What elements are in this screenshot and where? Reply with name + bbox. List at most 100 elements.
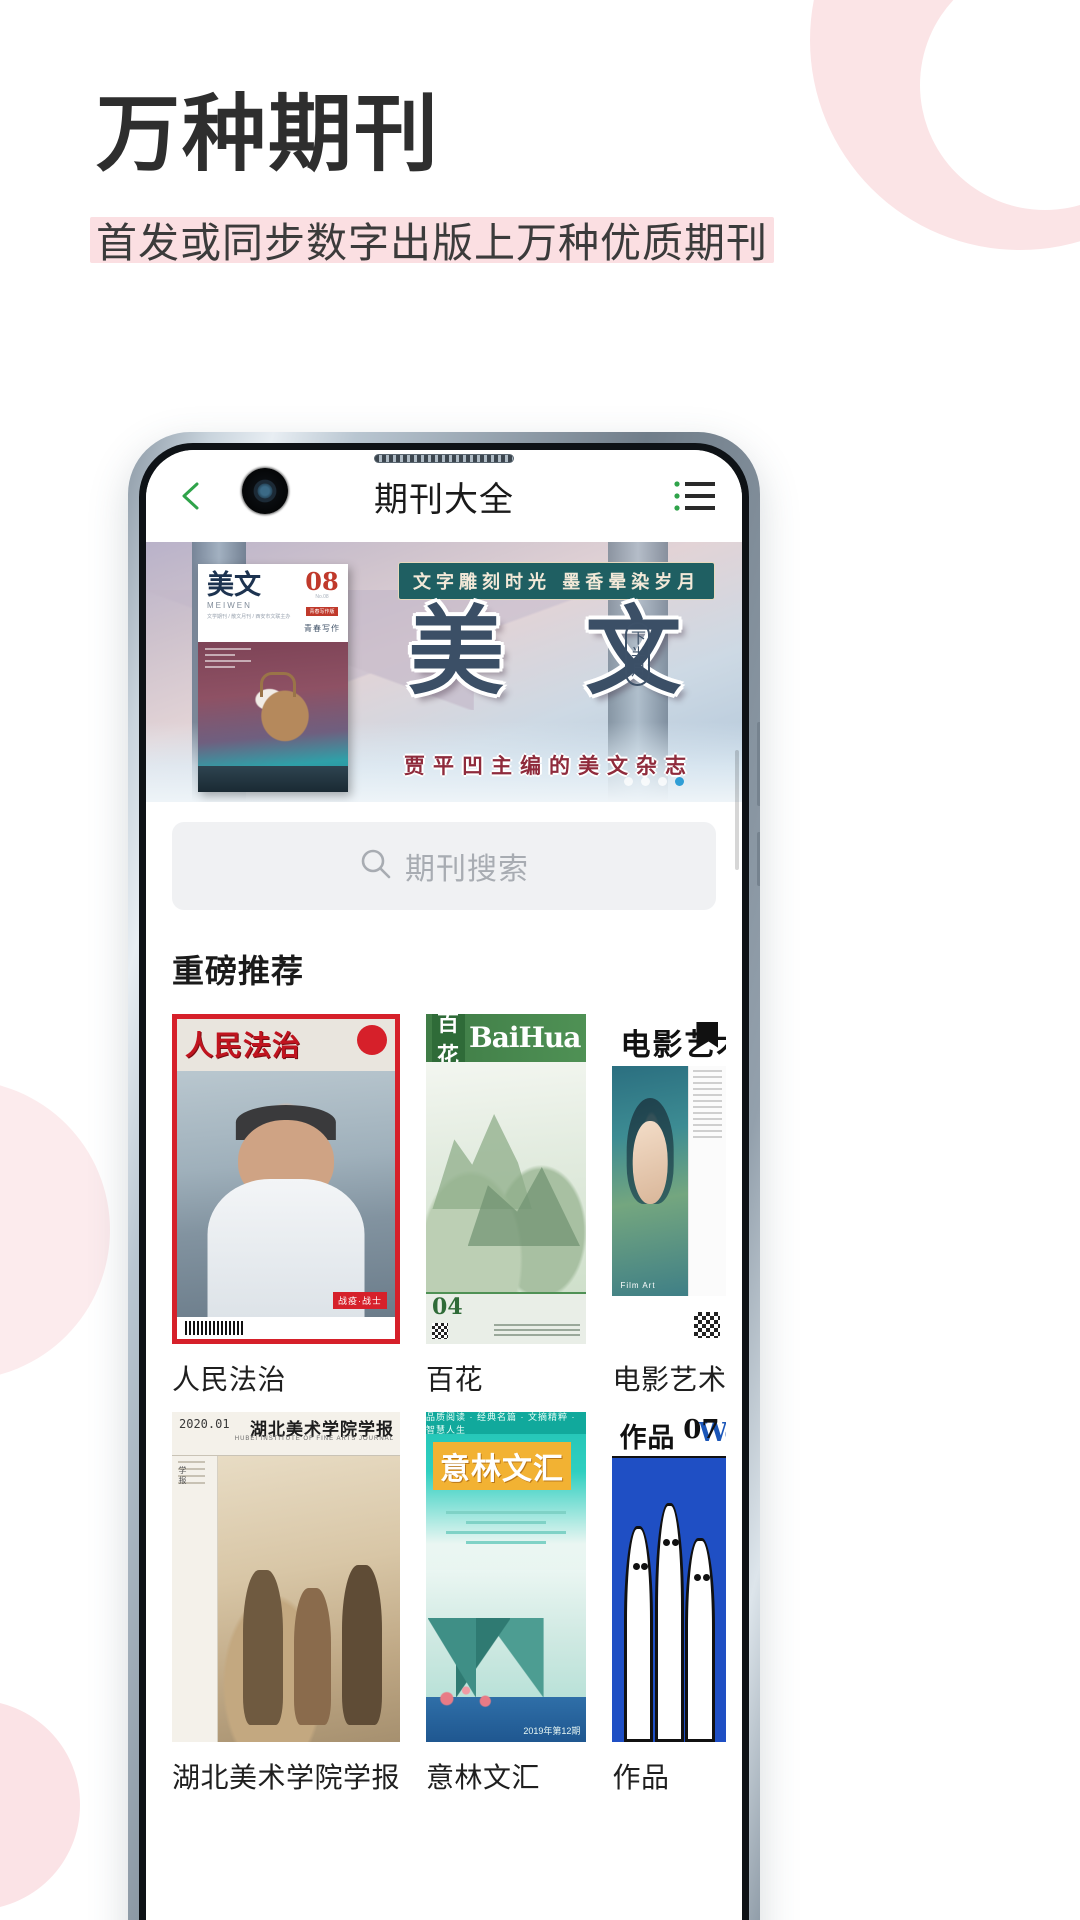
carousel-dot-1[interactable] — [624, 777, 633, 786]
cover-text-lines — [446, 1504, 567, 1551]
magazine-label: 百花 — [426, 1364, 484, 1395]
figure-3 — [341, 1564, 382, 1725]
qr-code-icon — [432, 1323, 449, 1339]
cover-caption: Film Art — [620, 1281, 656, 1290]
banner-cover-badge: 青春写作版 — [306, 606, 338, 616]
eye-icon — [672, 1539, 680, 1546]
banner-cover-art — [198, 642, 348, 792]
figure-2 — [294, 1587, 331, 1725]
cover-badge-text: 战疫·战士 — [333, 1292, 388, 1309]
magazine-cover-dianying-yishu[interactable]: 电影艺术 Film Art — [612, 1014, 727, 1344]
cover-photo — [612, 1066, 688, 1296]
cover-vertical-text: 学报 — [178, 1466, 187, 1486]
hero-section: 万种期刊 首发或同步数字出版上万种优质期刊 — [90, 84, 976, 269]
banner-carousel-dots[interactable] — [624, 777, 684, 786]
banner-big-title: 美 文 — [408, 595, 706, 708]
magazine-card[interactable]: 百花 BaiHua 04 百花 — [426, 1014, 587, 1398]
list-menu-icon[interactable] — [672, 479, 716, 513]
banner-cover-issue-block: 08 No.08 青春写作版 青春写作 — [304, 567, 340, 634]
cover-footer-lines — [494, 1321, 581, 1336]
carousel-dot-4[interactable] — [675, 777, 684, 786]
phone-power-button[interactable] — [757, 722, 760, 806]
magazine-cover-zuopin[interactable]: 作品 Works 07 — [612, 1412, 727, 1742]
cover-side-text — [687, 1066, 727, 1296]
magazine-card[interactable]: 作品 Works 07 — [612, 1412, 727, 1796]
cover-title-en: BaiHua — [469, 1021, 581, 1054]
cover-header: 百花 BaiHua — [426, 1014, 587, 1072]
cover-issue-number: 04 — [432, 1294, 463, 1320]
cover-title-text: 人民法治 — [185, 1029, 302, 1062]
search-input[interactable]: 期刊搜索 — [172, 822, 716, 910]
app-header: 期刊大全 — [146, 450, 742, 542]
earpiece-speaker-icon — [374, 454, 514, 463]
cover-scene-art — [426, 1570, 587, 1742]
page-header-title: 期刊大全 — [374, 480, 514, 519]
magazine-cover-renmin-fazhi[interactable]: 人民法治 战疫·战士 — [172, 1014, 401, 1344]
cover-photo — [177, 1071, 396, 1317]
carousel-dot-2[interactable] — [641, 777, 650, 786]
barcode-icon — [185, 1321, 243, 1335]
cover-subtitle-en: HUBEI INSTITUTE OF FINE ARTS JOURNAL — [234, 1436, 395, 1442]
cover-illustration — [612, 1458, 727, 1742]
search-icon — [359, 847, 393, 886]
magazine-cover-baihua[interactable]: 百花 BaiHua 04 — [426, 1014, 587, 1344]
phone-bezel: 期刊大全 美文 MEIWEN 文学期刊 / 散文月刊 / 西安市文联主办 08 … — [139, 443, 749, 1920]
national-emblem-icon — [357, 1025, 388, 1055]
cover-logo-text: 意林文汇 — [433, 1442, 572, 1490]
banner-vertical-note: 下半月 — [625, 622, 650, 686]
magazine-label: 意林文汇 — [426, 1762, 541, 1793]
cover-date: 2020.01 — [179, 1417, 230, 1431]
section-heading: 重磅推荐 — [172, 953, 305, 989]
deer-illustration-icon — [242, 670, 328, 744]
cover-issue-number: 07 — [683, 1415, 720, 1445]
page-title: 万种期刊 — [96, 84, 441, 183]
hero-subtitle-wrap: 首发或同步数字出版上万种优质期刊 — [90, 209, 774, 269]
magazine-card[interactable]: 2020.01 湖北美术学院学报 HUBEI INSTITUTE OF FINE… — [172, 1412, 401, 1796]
banner-subtitle: 贾平凹主编的美文杂志 — [404, 753, 694, 778]
phone-mockup: 期刊大全 美文 MEIWEN 文学期刊 / 散文月刊 / 西安市文联主办 08 … — [128, 432, 760, 1920]
eye-icon — [694, 1574, 702, 1582]
hero-subtitle: 首发或同步数字出版上万种优质期刊 — [96, 219, 768, 266]
figure-center — [654, 1503, 685, 1742]
flowers-decoration — [432, 1669, 506, 1712]
banner-magazine-cover: 美文 MEIWEN 文学期刊 / 散文月刊 / 西安市文联主办 08 No.08… — [198, 564, 348, 792]
magazine-label: 作品 — [612, 1762, 670, 1793]
magazine-grid: 人民法治 战疫·战士 人民法治 百花 BaiHua 04 百花 电影艺 Film… — [146, 992, 742, 1796]
phone-screen: 期刊大全 美文 MEIWEN 文学期刊 / 散文月刊 / 西安市文联主办 08 … — [146, 450, 742, 1920]
eye-icon — [641, 1562, 649, 1570]
magazine-cover-hubei-xuebao[interactable]: 2020.01 湖北美术学院学报 HUBEI INSTITUTE OF FINE… — [172, 1412, 401, 1742]
promo-banner[interactable]: 美文 MEIWEN 文学期刊 / 散文月刊 / 西安市文联主办 08 No.08… — [146, 542, 742, 802]
search-placeholder-text: 期刊搜索 — [405, 853, 529, 886]
eye-icon — [632, 1562, 640, 1570]
front-camera-icon — [242, 468, 288, 514]
figure-right — [685, 1537, 716, 1742]
cover-side-rail — [172, 1456, 218, 1742]
magazine-card[interactable]: 品质阅读 · 经典名篇 · 文摘精粹 · 智慧人生 意林文汇 2019年第12期… — [426, 1412, 587, 1796]
magazine-card[interactable]: 电影艺术 Film Art — [612, 1014, 727, 1398]
mountain-shape-1 — [432, 1113, 532, 1210]
magazine-label: 人民法治 — [172, 1364, 287, 1395]
qr-code-icon — [694, 1312, 721, 1338]
phone-volume-button[interactable] — [757, 832, 760, 886]
magazine-label: 电影艺术 — [612, 1364, 727, 1395]
cover-landscape-art — [426, 1062, 587, 1292]
eye-icon — [663, 1539, 671, 1546]
magazine-label: 湖北美术学院学报 — [172, 1762, 401, 1793]
magazine-cover-yilin-wenhui[interactable]: 品质阅读 · 经典名篇 · 文摘精粹 · 智慧人生 意林文汇 2019年第12期 — [426, 1412, 587, 1742]
portrait-face — [632, 1121, 668, 1204]
magazine-card[interactable]: 人民法治 战疫·战士 人民法治 — [172, 1014, 401, 1398]
figure-1 — [243, 1570, 284, 1725]
cover-header: 2020.01 湖北美术学院学报 HUBEI INSTITUTE OF FINE… — [172, 1412, 401, 1456]
scrollbar[interactable] — [735, 750, 739, 870]
banner-cover-ground — [198, 766, 348, 792]
carousel-dot-3[interactable] — [658, 777, 667, 786]
cover-issue-number: 2019年第12期 — [523, 1726, 581, 1736]
cover-title-cn: 作品 — [619, 1423, 676, 1454]
cover-painting-art — [217, 1456, 401, 1742]
banner-cover-top: 美文 MEIWEN 文学期刊 / 散文月刊 / 西安市文联主办 08 No.08… — [198, 564, 348, 642]
cover-top-strip: 品质阅读 · 经典名篇 · 文摘精粹 · 智慧人生 — [426, 1412, 587, 1435]
decorative-blob-left — [0, 1080, 110, 1380]
cover-header: 作品 Works 07 — [612, 1412, 727, 1458]
search-section: 期刊搜索 — [146, 802, 742, 910]
banner-cover-issue-number: 08 — [305, 567, 339, 596]
